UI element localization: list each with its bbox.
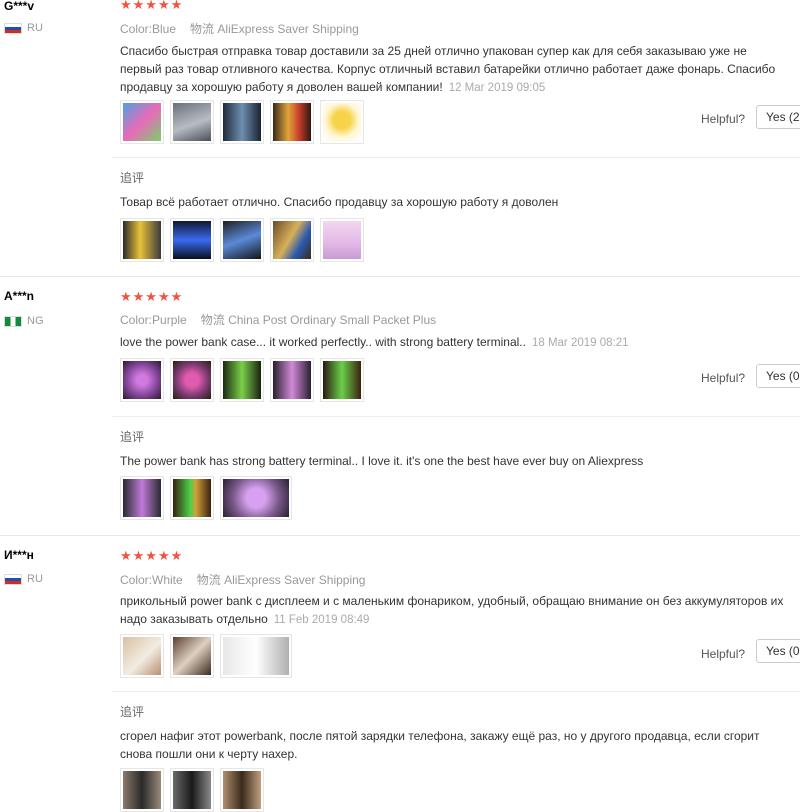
- color-label: Color:: [120, 22, 153, 36]
- reviewer-name: И***н: [4, 548, 34, 562]
- followup-photo[interactable]: [270, 218, 314, 262]
- review-photo[interactable]: [220, 634, 292, 678]
- logistics-label: 物流: [200, 313, 225, 327]
- order-info: Color:Purple 物流 China Post Ordinary Small…: [120, 311, 436, 328]
- followup-photo[interactable]: [120, 476, 164, 520]
- review-separator: [0, 276, 800, 277]
- review-text: love the power bank case... it worked pe…: [120, 333, 790, 352]
- review-photo[interactable]: [320, 358, 364, 402]
- review-photo[interactable]: [120, 358, 164, 402]
- reviewer-country: NG: [4, 315, 44, 327]
- review-photo[interactable]: [220, 100, 264, 144]
- review-photo[interactable]: [170, 358, 214, 402]
- helpful-label: Helpful?: [701, 112, 746, 126]
- color-value: Purple: [152, 313, 187, 327]
- divider: [112, 691, 800, 692]
- followup-label: 追评: [120, 430, 145, 444]
- country-code: NG: [27, 315, 44, 327]
- review-text: прикольный power bank с дисплеем и с мал…: [120, 592, 790, 629]
- followup-photo[interactable]: [170, 768, 214, 812]
- review-photo[interactable]: [120, 634, 164, 678]
- reviewer-country: RU: [4, 573, 43, 585]
- review-photos: [120, 634, 292, 678]
- followup-photos: [120, 218, 364, 262]
- reviewer-name: G***v: [4, 0, 35, 13]
- followup-photo[interactable]: [220, 768, 264, 812]
- reviewer-country: RU: [4, 22, 43, 34]
- flag-russia-icon: [4, 22, 22, 34]
- review-separator: [0, 535, 800, 536]
- review-body: Спасибо быстрая отправка товар доставили…: [120, 44, 776, 94]
- helpful-yes-button[interactable]: Yes (0: [756, 639, 800, 663]
- review-text: Спасибо быстрая отправка товар доставили…: [120, 42, 790, 97]
- review-photo[interactable]: [170, 634, 214, 678]
- followup-photo[interactable]: [220, 476, 292, 520]
- review-body: прикольный power bank с дисплеем и с мал…: [120, 594, 784, 626]
- followup-text: Товар всё работает отлично. Спасибо прод…: [120, 195, 559, 209]
- followup-photo[interactable]: [170, 476, 214, 520]
- divider: [112, 157, 800, 158]
- followup-photos: [120, 476, 292, 520]
- country-code: RU: [27, 573, 43, 585]
- helpful-yes-button[interactable]: Yes (0: [756, 364, 800, 388]
- followup-label: 追评: [120, 705, 145, 719]
- followup-photo[interactable]: [120, 218, 164, 262]
- star-rating: ★★★★★: [120, 289, 184, 304]
- review-photos: [120, 100, 364, 144]
- order-info: Color:White 物流 AliExpress Saver Shipping: [120, 571, 365, 588]
- star-rating: ★★★★★: [120, 548, 184, 563]
- review-photo[interactable]: [320, 100, 364, 144]
- divider: [112, 416, 800, 417]
- review-photo[interactable]: [220, 358, 264, 402]
- review-photo[interactable]: [270, 358, 314, 402]
- followup-photo[interactable]: [170, 218, 214, 262]
- color-value: White: [152, 573, 183, 587]
- followup-photo[interactable]: [320, 218, 364, 262]
- followup-photo[interactable]: [220, 218, 264, 262]
- followup-text: The power bank has strong battery termin…: [120, 454, 644, 468]
- shipping-value: AliExpress Saver Shipping: [224, 573, 366, 587]
- followup-label: 追评: [120, 171, 145, 185]
- logistics-label: 物流: [196, 573, 221, 587]
- flag-nigeria-icon: [4, 315, 22, 327]
- color-label: Color:: [120, 573, 153, 587]
- helpful-label: Helpful?: [701, 371, 746, 385]
- review-date: 12 Mar 2019 09:05: [448, 82, 546, 94]
- followup-photos: [120, 768, 264, 812]
- review-photos: [120, 358, 364, 402]
- helpful-yes-button[interactable]: Yes (2: [756, 105, 800, 129]
- review-photo[interactable]: [270, 100, 314, 144]
- flag-russia-icon: [4, 573, 22, 585]
- review-body: love the power bank case... it worked pe…: [120, 335, 526, 349]
- shipping-value: China Post Ordinary Small Packet Plus: [228, 313, 437, 327]
- star-rating: ★★★★★: [120, 0, 184, 12]
- color-label: Color:: [120, 313, 153, 327]
- review-photo[interactable]: [170, 100, 214, 144]
- helpful-label: Helpful?: [701, 647, 746, 661]
- followup-text: сгорел нафиг этот powerbank, после пятой…: [120, 729, 760, 761]
- review-date: 18 Mar 2019 08:21: [531, 337, 629, 349]
- shipping-value: AliExpress Saver Shipping: [217, 22, 359, 36]
- color-value: Blue: [152, 22, 177, 36]
- logistics-label: 物流: [190, 22, 215, 36]
- reviewer-name: A***n: [4, 289, 35, 303]
- order-info: Color:Blue 物流 AliExpress Saver Shipping: [120, 20, 359, 37]
- review-date: 11 Feb 2019 08:49: [273, 614, 370, 626]
- followup-photo[interactable]: [120, 768, 164, 812]
- country-code: RU: [27, 22, 43, 34]
- review-photo[interactable]: [120, 100, 164, 144]
